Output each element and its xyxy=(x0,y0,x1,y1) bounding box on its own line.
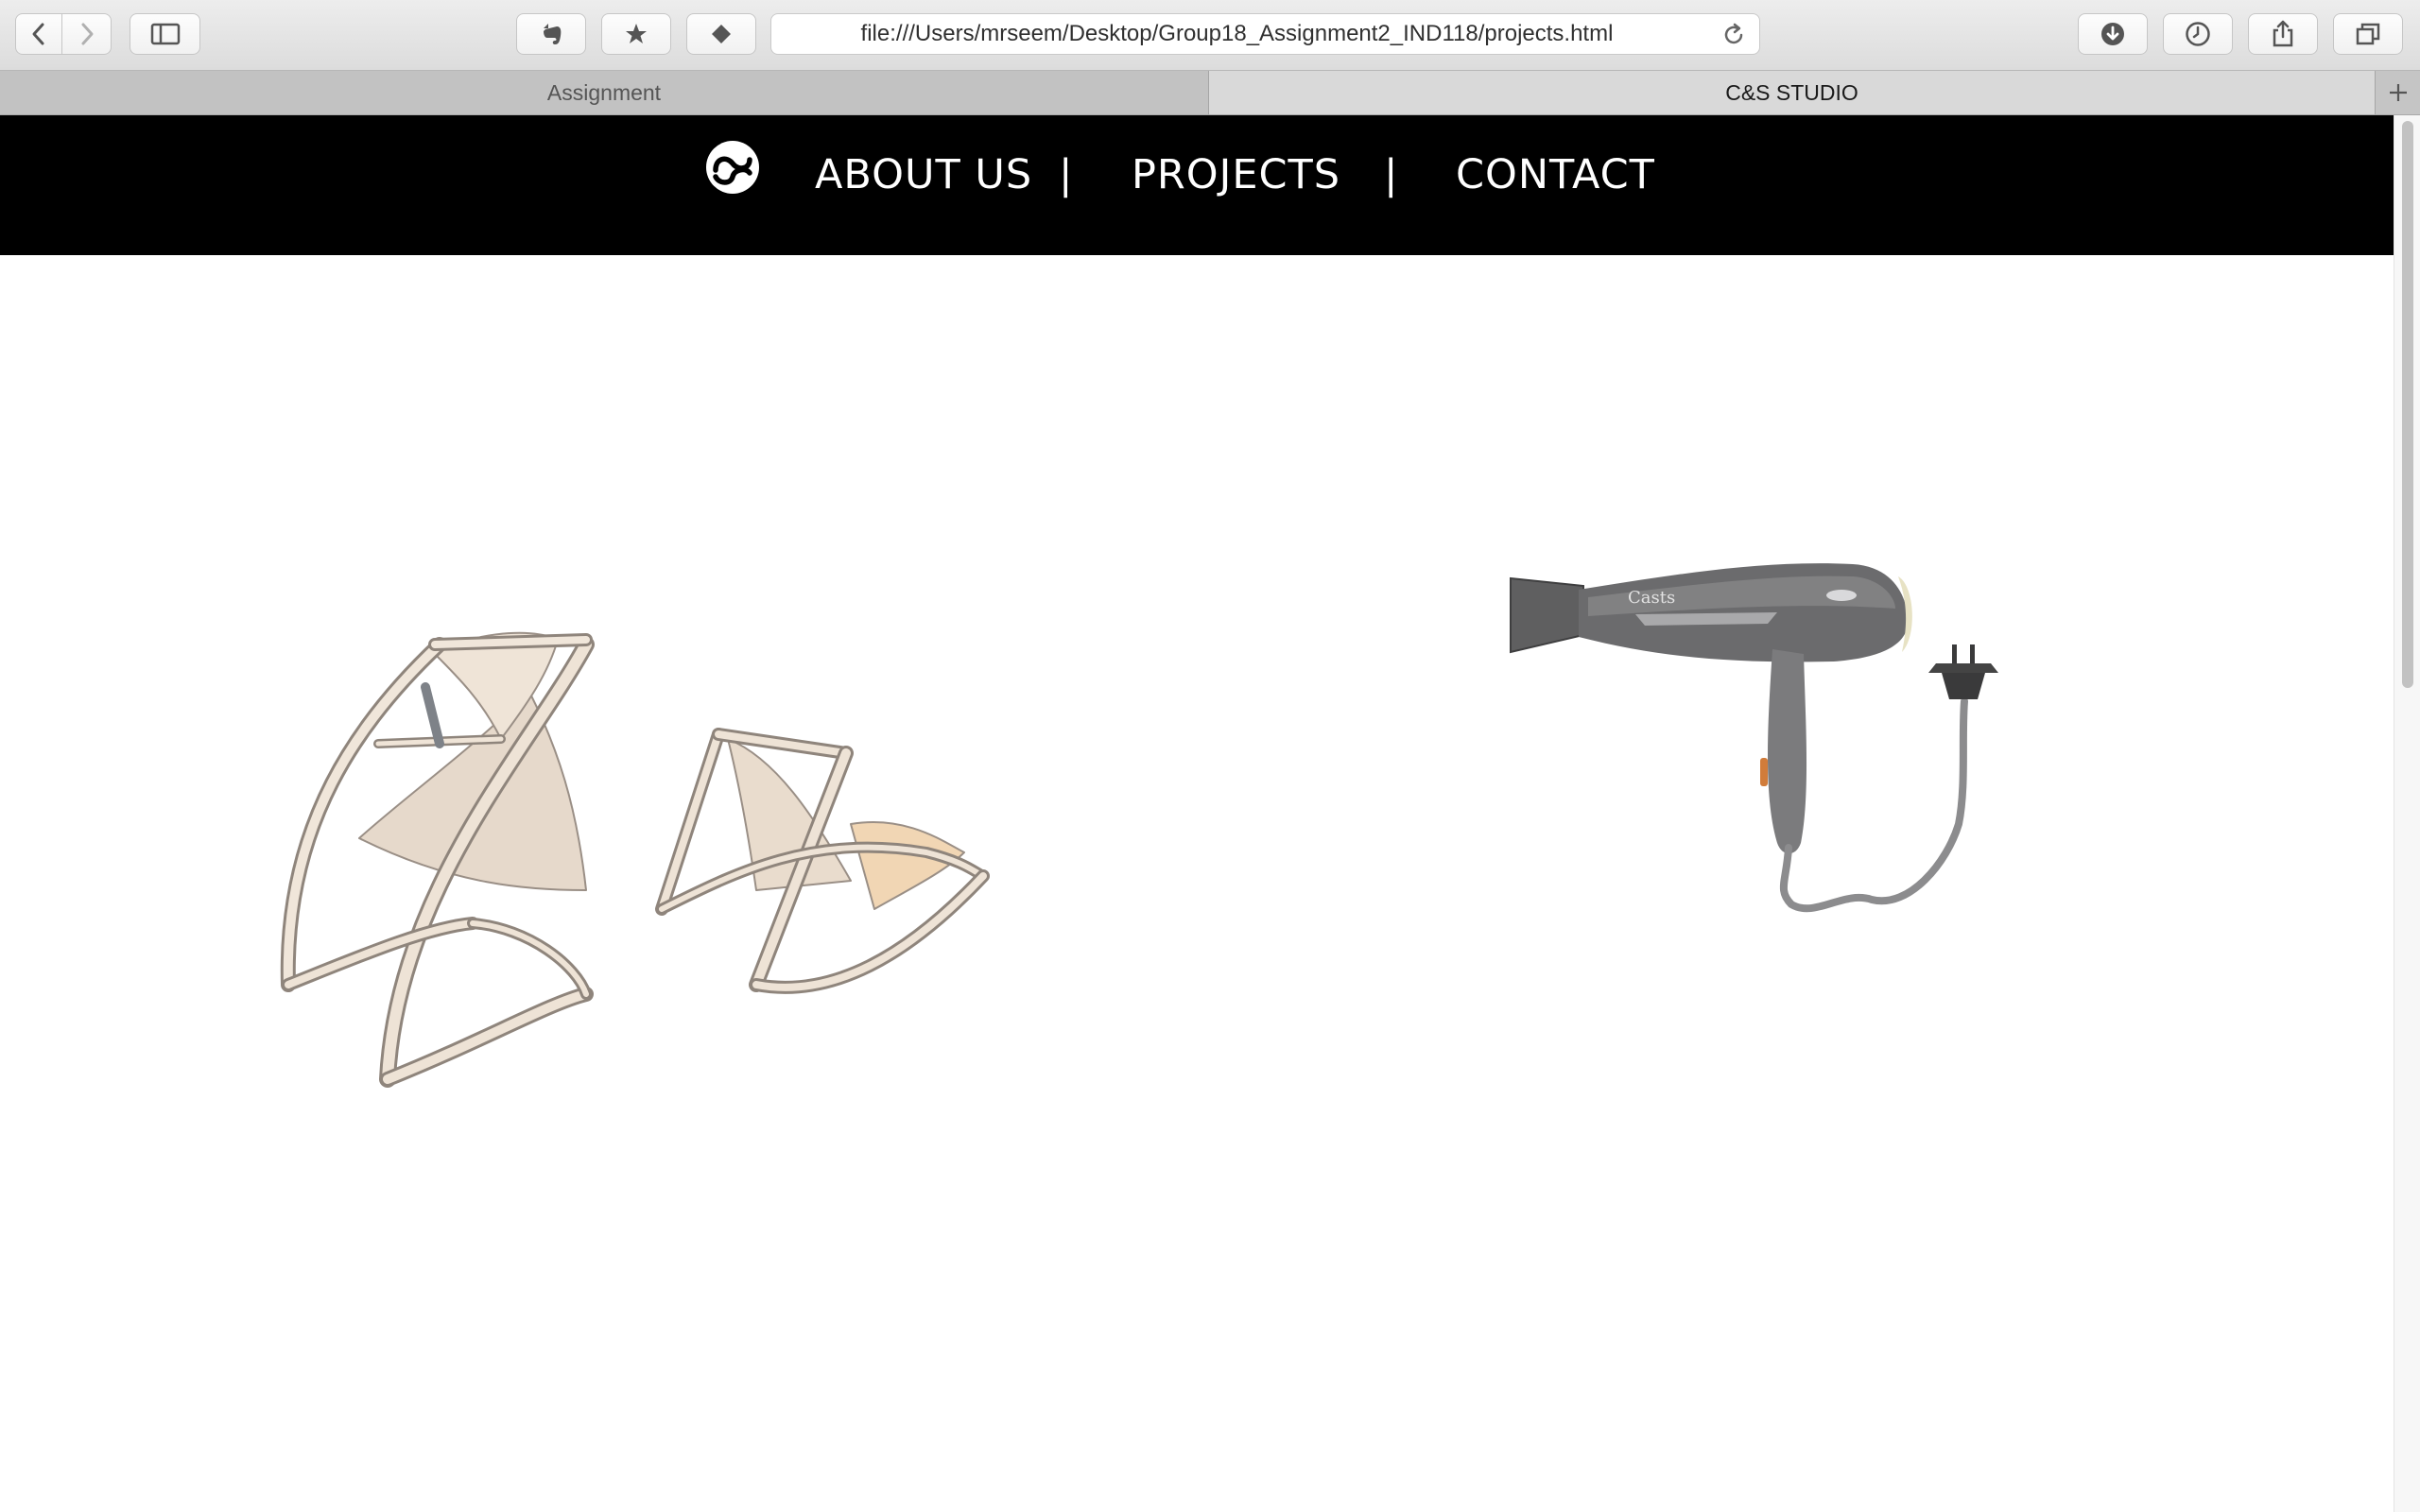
tag-button[interactable] xyxy=(686,13,756,55)
nav-projects[interactable]: PROJECTS xyxy=(1132,155,1340,196)
sidebar-icon xyxy=(150,23,180,45)
page-scrollbar[interactable] xyxy=(2394,115,2420,1512)
tabs-overview-icon xyxy=(2356,23,2380,45)
forward-button[interactable] xyxy=(62,13,112,55)
diamond-icon xyxy=(712,25,731,43)
tab-bar: Assignment C&S STUDIO xyxy=(0,71,2420,115)
nav-about-us[interactable]: ABOUT US xyxy=(815,155,1032,196)
tab-cs-studio[interactable]: C&S STUDIO xyxy=(1209,71,2376,114)
share-button[interactable] xyxy=(2248,13,2318,55)
address-bar[interactable]: file:///Users/mrseem/Desktop/Group18_Ass… xyxy=(770,13,1760,55)
nav-separator: | xyxy=(1384,151,1398,198)
downloads-button[interactable] xyxy=(2078,13,2148,55)
nav-separator: | xyxy=(1059,151,1073,198)
site-navigation: ABOUT US | PROJECTS | CONTACT xyxy=(0,115,2394,255)
plus-icon xyxy=(2389,84,2407,101)
hair-dryer-image[interactable]: Casts xyxy=(1494,531,2042,1079)
sidebar-button[interactable] xyxy=(130,13,200,55)
new-tab-button[interactable] xyxy=(2376,71,2420,114)
download-icon xyxy=(2101,23,2124,45)
rocking-chair-image[interactable] xyxy=(246,512,1002,1098)
clock-icon xyxy=(2186,22,2210,46)
star-icon xyxy=(626,24,647,43)
chevron-right-icon xyxy=(81,23,93,45)
scrollbar-thumb[interactable] xyxy=(2402,121,2413,688)
history-button[interactable] xyxy=(2163,13,2233,55)
evernote-icon xyxy=(544,24,562,44)
bookmark-button[interactable] xyxy=(601,13,671,55)
chevron-left-icon xyxy=(32,23,44,45)
tab-assignment[interactable]: Assignment xyxy=(0,71,1209,114)
tabs-overview-button[interactable] xyxy=(2333,13,2403,55)
browser-toolbar: file:///Users/mrseem/Desktop/Group18_Ass… xyxy=(0,0,2420,71)
back-button[interactable] xyxy=(15,13,62,55)
share-icon xyxy=(2273,20,2293,47)
brand-logo-text: Casts xyxy=(1628,588,1675,608)
reload-icon[interactable] xyxy=(1721,23,1746,47)
studio-logo[interactable] xyxy=(704,139,761,196)
page-viewport: ABOUT US | PROJECTS | CONTACT Casts xyxy=(0,115,2394,1512)
url-text[interactable]: file:///Users/mrseem/Desktop/Group18_Ass… xyxy=(771,14,1703,54)
nav-contact[interactable]: CONTACT xyxy=(1456,155,1655,196)
extension-button[interactable] xyxy=(516,13,586,55)
